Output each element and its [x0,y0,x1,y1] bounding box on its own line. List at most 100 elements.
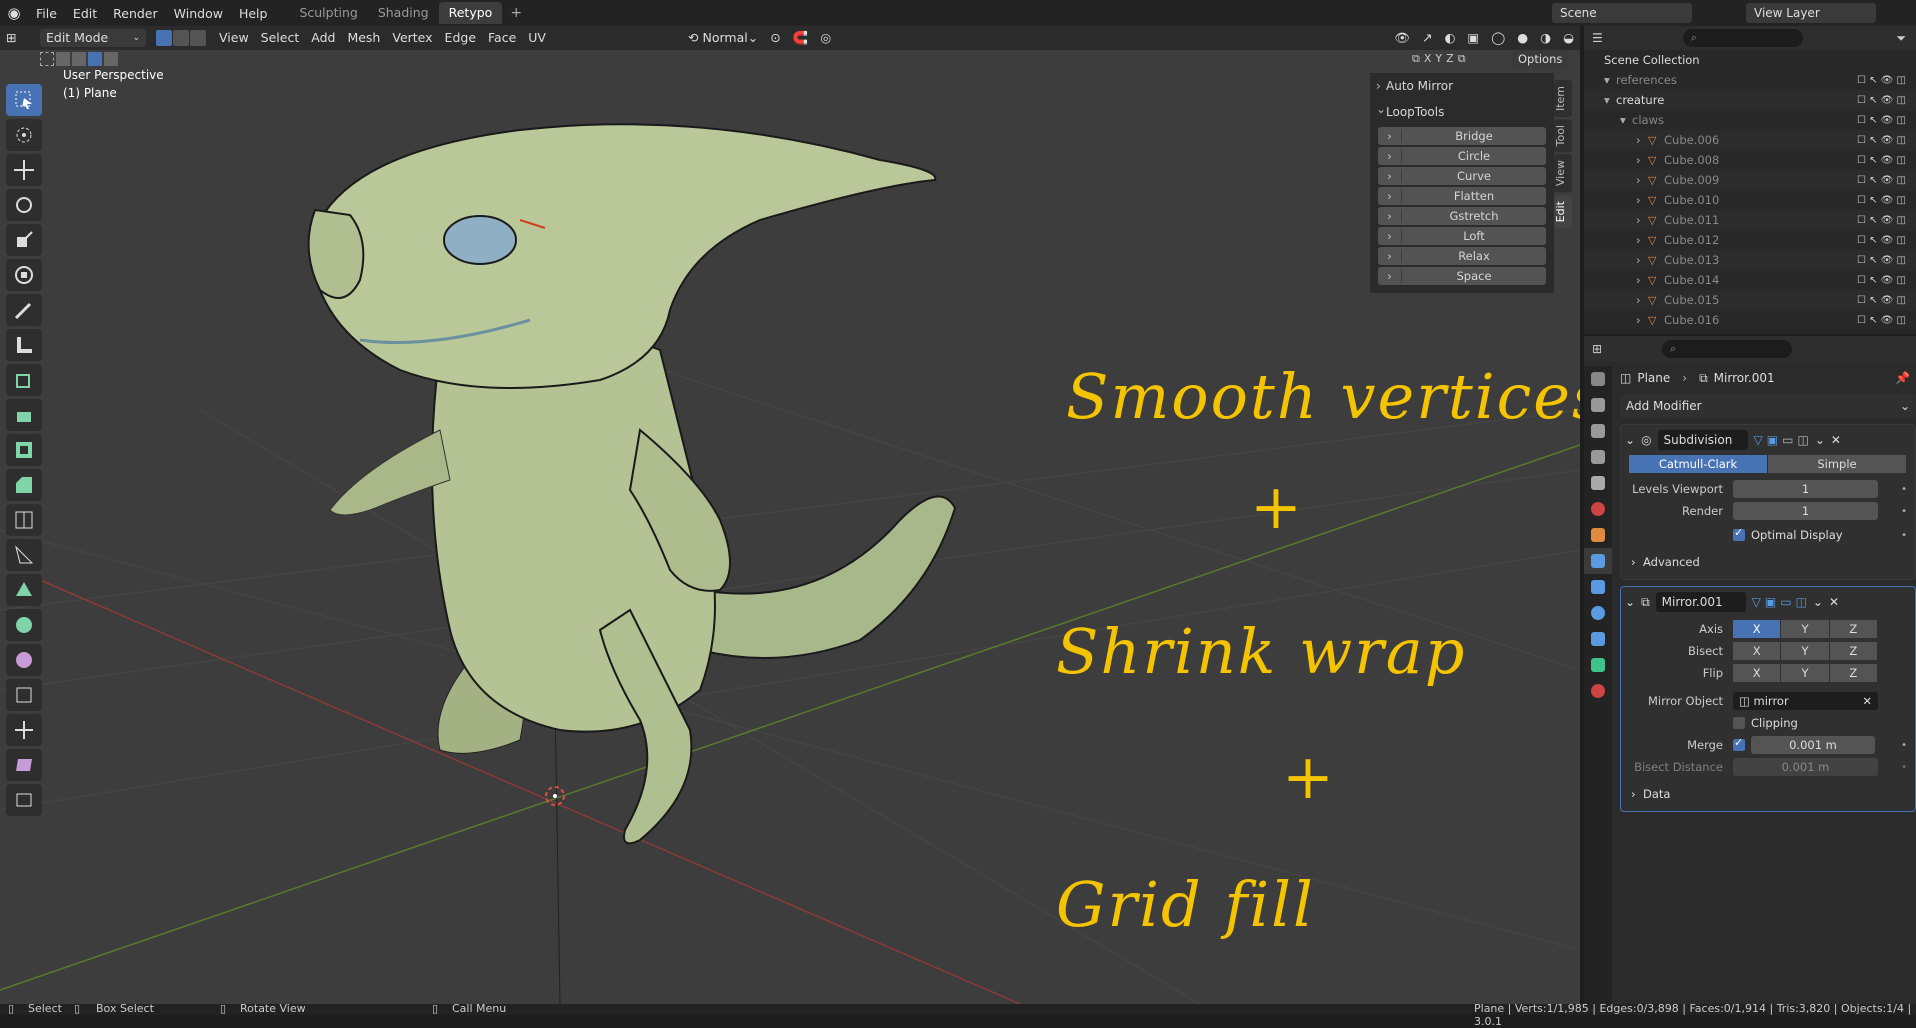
outliner-row[interactable]: › ▽ Cube.013 ☐ ↖ 👁 ◫ [1584,250,1916,270]
proportional-edit-icon[interactable]: ◎ [814,29,837,47]
tab-edit[interactable]: Edit [1554,194,1572,228]
looptools-flatten-button[interactable]: › Flatten [1378,187,1546,205]
cage-toggle-icon[interactable]: ▣ [1767,433,1778,447]
row-visibility-controls[interactable]: ☐ ↖ 👁 ◫ [1857,155,1906,166]
menu-file[interactable]: File [28,6,65,21]
select-mode-icons[interactable] [156,30,207,46]
orientation-dropdown[interactable]: ⟲ Normal ⌄ [682,29,764,47]
expand-arrow-icon[interactable]: › [1636,133,1641,147]
shading-solid-icon[interactable]: ● [1511,29,1534,47]
tab-tool[interactable]: Tool [1554,119,1572,153]
annotate-tool-icon[interactable] [6,294,42,326]
add-workspace-icon[interactable]: + [502,5,530,21]
looptools-loft-button[interactable]: › Loft [1378,227,1546,245]
mirror-object-field[interactable]: ◫ mirror ✕ [1733,692,1878,710]
outliner-row[interactable]: › ▽ Cube.014 ☐ ↖ 👁 ◫ [1584,270,1916,290]
editmode-toggle-icon[interactable]: ▽ [1754,433,1763,447]
spin-tool-icon[interactable] [6,609,42,641]
menu-edit[interactable]: Edit [65,6,105,21]
view-layer-selector[interactable]: View Layer [1746,3,1876,23]
move-tool-icon[interactable] [6,154,42,186]
outliner-scene-collection[interactable]: Scene Collection [1584,50,1916,70]
mode-dropdown[interactable]: Edit Mode ⌄ [40,29,146,47]
xray-icon[interactable]: ▣ [1461,29,1485,47]
bevel-tool-icon[interactable] [6,469,42,501]
view-layer-props-tab-icon[interactable] [1584,444,1612,470]
tab-view[interactable]: View [1554,154,1572,193]
row-visibility-controls[interactable]: ☐ ↖ 👁 ◫ [1857,195,1906,206]
remove-modifier-icon[interactable]: ✕ [1829,595,1839,609]
extrude-tool-icon[interactable] [6,399,42,431]
bisect-distance-field[interactable]: 0.001 m [1733,758,1878,776]
row-visibility-controls[interactable]: ☐ ↖ 👁 ◫ [1857,255,1906,266]
menu-window[interactable]: Window [166,6,231,21]
clipping-checkbox[interactable] [1733,717,1745,729]
advanced-subpanel[interactable]: Advanced [1621,551,1915,573]
rotate-tool-icon[interactable] [6,189,42,221]
vertex-select-icon[interactable] [156,30,172,46]
filter-icon[interactable]: ⏷ [1896,31,1906,46]
blender-logo-icon[interactable]: ◉ [0,0,28,26]
gizmo-icon[interactable]: ↗ [1416,29,1438,47]
physics-props-tab-icon[interactable] [1584,600,1612,626]
mirror-name-field[interactable]: Mirror.001 [1655,592,1746,612]
cursor-tool-icon[interactable] [6,119,42,151]
outliner-row[interactable]: › ▽ Cube.008 ☐ ↖ 👁 ◫ [1584,150,1916,170]
merge-distance-field[interactable]: 0.001 m [1751,736,1875,754]
menu-face[interactable]: Face [482,29,522,47]
tool-props-tab-icon[interactable] [1584,366,1612,392]
row-visibility-controls[interactable]: ☐ ↖ 👁 ◫ [1857,215,1906,226]
axis-x-toggle[interactable]: X [1733,620,1781,638]
row-visibility-controls[interactable]: ☐ ↖ 👁 ◫ [1857,115,1906,126]
row-visibility-controls[interactable]: ☐ ↖ 👁 ◫ [1857,235,1906,246]
outliner-row[interactable]: › ▽ Cube.016 ☐ ↖ 👁 ◫ [1584,310,1916,330]
viewport-toggle-icon[interactable]: ▭ [1780,595,1791,609]
overlay-icon[interactable]: ◐ [1439,29,1462,47]
expand-arrow-icon[interactable]: › [1636,273,1641,287]
editmode-toggle-icon[interactable]: ▽ [1752,595,1761,609]
scale-tool-icon[interactable] [6,224,42,256]
looptools-bridge-button[interactable]: › Bridge [1378,127,1546,145]
outliner-row[interactable]: ▾ creature ☐ ↖ 👁 ◫ [1584,90,1916,110]
optimal-display-checkbox[interactable] [1733,526,1745,541]
output-props-tab-icon[interactable] [1584,418,1612,444]
expand-arrow-icon[interactable]: › [1636,153,1641,167]
face-select-icon[interactable] [190,30,206,46]
expand-arrow-icon[interactable]: › [1636,173,1641,187]
catmull-clark-button[interactable]: Catmull-Clark [1629,455,1767,473]
menu-render[interactable]: Render [105,6,166,21]
row-visibility-controls[interactable]: ☐ ↖ 👁 ◫ [1857,95,1906,106]
data-subpanel[interactable]: Data [1621,783,1915,805]
render-toggle-icon[interactable]: ◫ [1797,433,1808,447]
pin-icon[interactable]: 📌 [1895,371,1910,385]
workspace-tab-sculpting[interactable]: Sculpting [289,2,367,24]
flip-y-toggle[interactable]: Y [1781,664,1829,682]
workspace-tab-shading[interactable]: Shading [368,2,439,24]
shrink-fatten-tool-icon[interactable] [6,714,42,746]
expand-arrow-icon[interactable]: › [1636,253,1641,267]
collapse-chevron-icon[interactable]: ⌄ [1625,595,1635,609]
expand-arrow-icon[interactable]: › [1636,293,1641,307]
outliner-row[interactable]: › ▽ Cube.015 ☐ ↖ 👁 ◫ [1584,290,1916,310]
data-props-tab-icon[interactable] [1584,652,1612,678]
viewport-toggle-icon[interactable]: ▭ [1782,433,1793,447]
expand-arrow-icon[interactable]: ▾ [1604,73,1610,87]
merge-checkbox[interactable] [1733,736,1745,751]
outliner-row[interactable]: › ▽ Cube.009 ☐ ↖ 👁 ◫ [1584,170,1916,190]
menu-help[interactable]: Help [231,6,276,21]
edge-select-icon[interactable] [173,30,189,46]
row-visibility-controls[interactable]: ☐ ↖ 👁 ◫ [1857,315,1906,326]
creature-mesh[interactable] [307,123,957,845]
bisect-z-toggle[interactable]: Z [1829,642,1877,660]
row-visibility-controls[interactable]: ☐ ↖ 👁 ◫ [1857,175,1906,186]
outliner-row[interactable]: › ▽ Cube.010 ☐ ↖ 👁 ◫ [1584,190,1916,210]
particles-props-tab-icon[interactable] [1584,574,1612,600]
measure-tool-icon[interactable] [6,329,42,361]
axis-z-toggle[interactable]: Z [1829,620,1877,638]
menu-vertex[interactable]: Vertex [386,29,438,47]
editor-type-icon[interactable]: ⊞ [0,29,36,47]
knife-tool-icon[interactable] [6,539,42,571]
expand-arrow-icon[interactable]: › [1636,233,1641,247]
expand-arrow-icon[interactable]: › [1636,193,1641,207]
flip-z-toggle[interactable]: Z [1829,664,1877,682]
